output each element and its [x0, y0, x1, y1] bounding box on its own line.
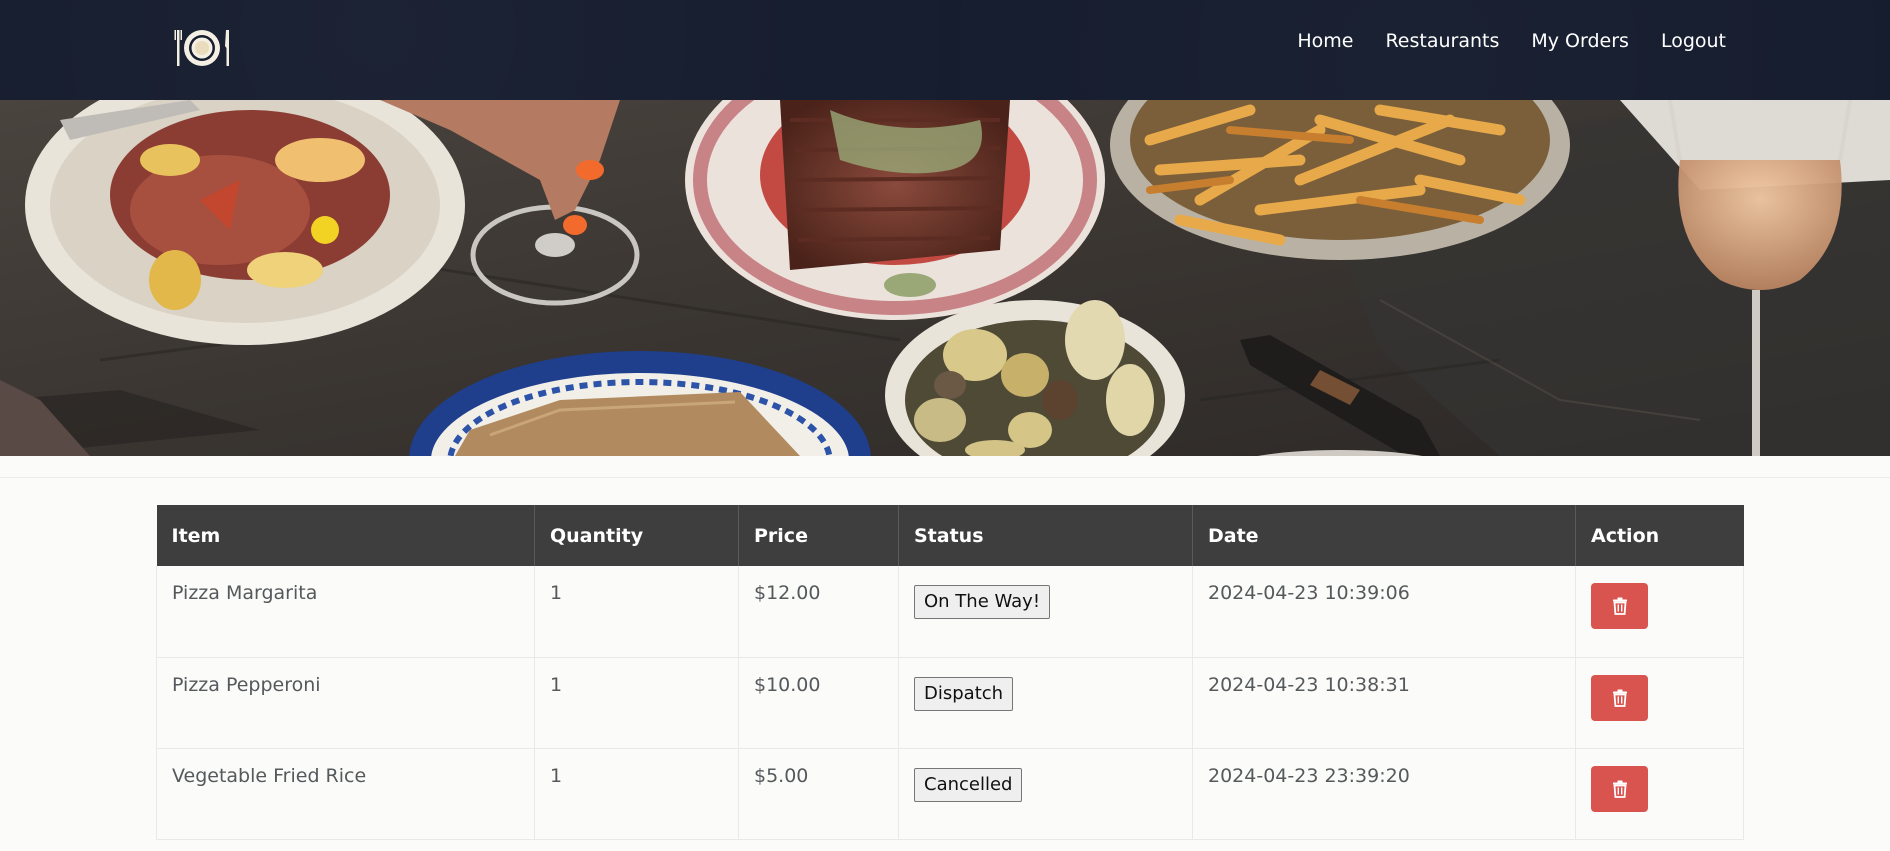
status-badge[interactable]: Dispatch: [914, 676, 1014, 711]
status-badge[interactable]: On The Way!: [914, 585, 1051, 619]
cell-price: $10.00: [738, 657, 899, 749]
delete-order-button[interactable]: [1591, 674, 1648, 721]
cell-status: On The Way!: [898, 566, 1193, 658]
column-header-item: Item: [156, 505, 535, 566]
cell-action: [1575, 657, 1744, 749]
cell-action: [1575, 748, 1744, 840]
nav-logout[interactable]: Logout: [1661, 30, 1726, 52]
column-header-action: Action: [1575, 505, 1744, 566]
cell-item: Pizza Margarita: [156, 566, 535, 658]
cell-status: Cancelled: [898, 748, 1193, 840]
main-nav: Home Restaurants My Orders Logout: [1297, 26, 1726, 56]
column-header-quantity: Quantity: [534, 505, 739, 566]
top-navbar: Home Restaurants My Orders Logout: [0, 0, 1890, 100]
cell-date: 2024-04-23 10:38:31: [1192, 657, 1576, 749]
column-header-date: Date: [1192, 505, 1576, 566]
cell-quantity: 1: [534, 657, 739, 749]
table-row: Vegetable Fried Rice 1 $5.00 Cancelled 2…: [156, 748, 1744, 840]
cell-item: Pizza Pepperoni: [156, 657, 535, 749]
cell-date: 2024-04-23 10:39:06: [1192, 566, 1576, 658]
table-header-row: Item Quantity Price Status Date Action: [156, 505, 1744, 566]
section-divider: [0, 477, 1890, 478]
orders-table: Item Quantity Price Status Date Action P…: [156, 505, 1744, 840]
column-header-price: Price: [738, 505, 899, 566]
trash-icon: [1612, 689, 1627, 707]
nav-my-orders[interactable]: My Orders: [1531, 30, 1629, 52]
nav-home[interactable]: Home: [1297, 30, 1353, 52]
table-row: Pizza Margarita 1 $12.00 On The Way! 202…: [156, 566, 1744, 658]
cell-status: Dispatch: [898, 657, 1193, 749]
cell-quantity: 1: [534, 748, 739, 840]
cell-item: Vegetable Fried Rice: [156, 748, 535, 840]
delete-order-button[interactable]: [1591, 765, 1648, 812]
cell-action: [1575, 566, 1744, 658]
food-table-illustration: [0, 100, 1890, 456]
cell-price: $12.00: [738, 566, 899, 658]
trash-icon: [1612, 597, 1627, 615]
column-header-status: Status: [898, 505, 1193, 566]
plate-with-fork-and-knife-icon: [174, 30, 229, 66]
delete-order-button[interactable]: [1591, 583, 1648, 629]
site-logo[interactable]: [174, 26, 232, 70]
status-badge[interactable]: Cancelled: [914, 767, 1023, 802]
cell-price: $5.00: [738, 748, 899, 840]
table-row: Pizza Pepperoni 1 $10.00 Dispatch 2024-0…: [156, 657, 1744, 749]
cell-date: 2024-04-23 23:39:20: [1192, 748, 1576, 840]
cell-quantity: 1: [534, 566, 739, 658]
hero-banner-image: [0, 100, 1890, 456]
trash-icon: [1612, 780, 1627, 798]
nav-restaurants[interactable]: Restaurants: [1385, 30, 1499, 52]
